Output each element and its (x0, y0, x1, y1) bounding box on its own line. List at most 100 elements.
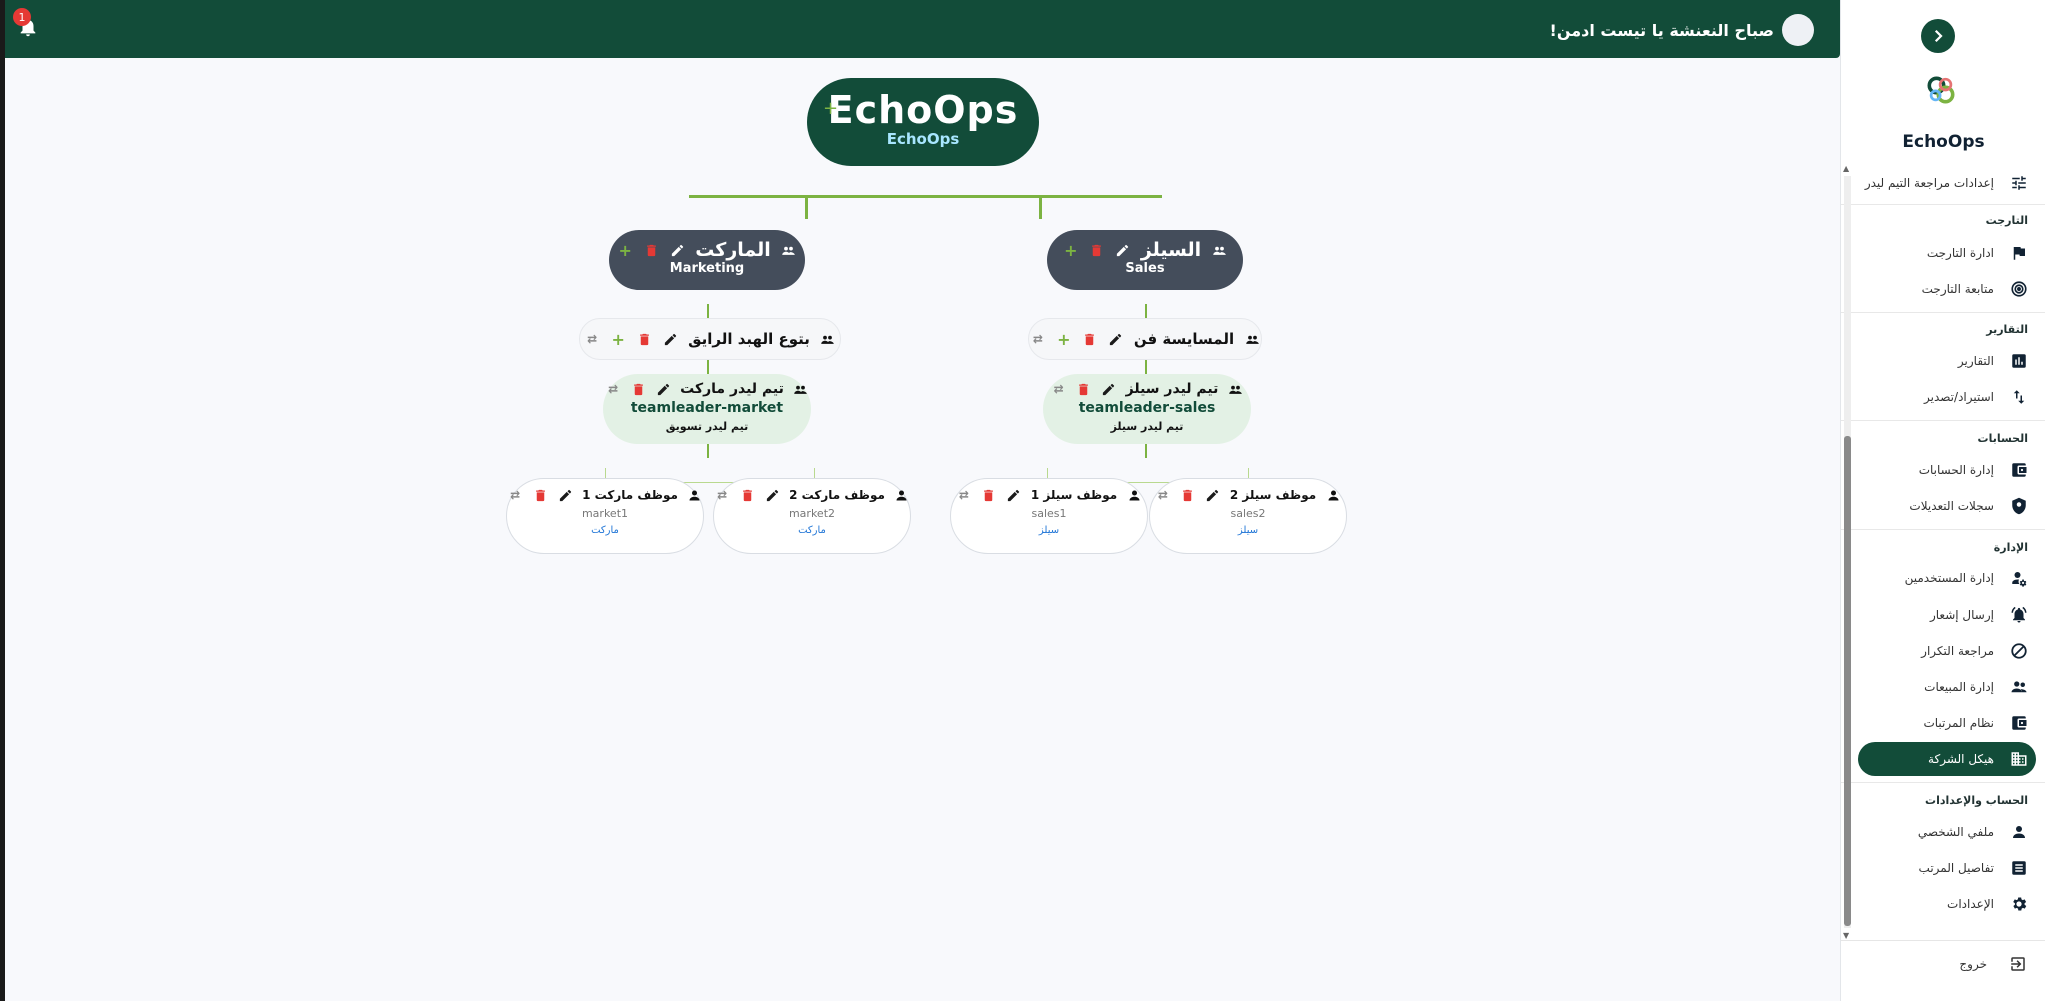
edit-icon[interactable] (1115, 242, 1131, 258)
delete-icon[interactable] (1180, 487, 1196, 503)
edit-icon[interactable] (662, 331, 678, 347)
edit-icon[interactable] (1101, 381, 1117, 397)
sidebar-toggle-button[interactable] (1921, 19, 1955, 53)
logo-icon (1923, 72, 1959, 108)
delete-icon[interactable] (532, 487, 548, 503)
notification-bell-button[interactable]: 1 (13, 8, 43, 42)
edit-icon[interactable] (764, 487, 780, 503)
person-icon (894, 487, 910, 503)
sidebar-item-label: إرسال إشعار (1929, 608, 1994, 622)
delete-icon[interactable] (1089, 242, 1105, 258)
sidebar-item-company-structure[interactable]: هيكل الشركة (1858, 742, 2036, 776)
sidebar-item-label: ادارة التارجت (1926, 246, 1994, 260)
sidebar-scrollbar[interactable]: ▲ ▼ (1842, 164, 1852, 940)
edit-icon[interactable] (655, 381, 671, 397)
sidebar-item-import-export[interactable]: استيراد/تصدير (1858, 380, 2036, 414)
sidebar-item-manage-sales[interactable]: إدارة المبيعات (1858, 670, 2036, 704)
org-root-node[interactable]: + EchoOps EchoOps (807, 78, 1039, 166)
company-structure-chart: + EchoOps EchoOps السيلز + Sales الماركت… (5, 58, 1840, 1001)
delete-icon[interactable] (1076, 381, 1092, 397)
sidebar-item-manage-accounts[interactable]: إدارة الحسابات (1858, 453, 2036, 487)
add-icon[interactable]: + (610, 330, 626, 349)
move-icon[interactable]: ⇄ (584, 331, 600, 347)
connector (707, 444, 709, 458)
sidebar-item-send-notification[interactable]: إرسال إشعار (1858, 598, 2036, 632)
edit-icon[interactable] (1108, 331, 1124, 347)
employee-name: موظف ماركت 2 (789, 488, 885, 502)
edit-icon[interactable] (557, 487, 573, 503)
top-header: 1 صباح النعنشة يا تيست ادمن! (5, 0, 1840, 58)
edit-icon[interactable] (1205, 487, 1221, 503)
connector (1039, 195, 1042, 219)
dept-node-marketing[interactable]: الماركت + Marketing (609, 230, 805, 290)
sidebar-item-profile[interactable]: ملفي الشخصي (1858, 815, 2036, 849)
scrollbar-thumb[interactable] (1844, 436, 1851, 926)
sort-icon (2010, 388, 2028, 406)
sidebar-item-tl-review-settings[interactable]: إعدادات مراجعة التيم ليدر (1858, 166, 2036, 200)
move-icon[interactable]: ⇄ (714, 487, 730, 503)
sidebar-item-track-target[interactable]: متابعة التارجت (1858, 272, 2036, 306)
connector (805, 195, 808, 219)
group-icon (1227, 381, 1243, 397)
sidebar-item-reports[interactable]: التقارير (1858, 344, 2036, 378)
sidebar-item-manage-users[interactable]: إدارة المستخدمين (1858, 561, 2036, 595)
logout-button[interactable]: خروج (1959, 955, 2035, 973)
employee-node[interactable]: موظف ماركت 2 ⇄ market2 ماركت (713, 478, 911, 554)
add-icon[interactable]: + (823, 98, 838, 119)
move-icon[interactable]: ⇄ (1155, 487, 1171, 503)
person-icon (1325, 487, 1341, 503)
team-leader-node[interactable]: تيم ليدر ماركت ⇄ teamleader-market تيم ل… (603, 374, 811, 444)
section-title: التارجت (1985, 214, 2028, 227)
scroll-down-icon[interactable]: ▼ (1843, 931, 1849, 940)
delete-icon[interactable] (739, 487, 755, 503)
dept-node-sales[interactable]: السيلز + Sales (1047, 230, 1243, 290)
add-icon[interactable]: + (1056, 330, 1072, 349)
greeting-text: صباح النعنشة يا تيست ادمن! (1549, 20, 1774, 40)
sidebar-item-label: مراجعة التكرار (1921, 644, 1994, 658)
move-icon[interactable]: ⇄ (507, 487, 523, 503)
divider (1841, 204, 2045, 205)
move-icon[interactable]: ⇄ (605, 381, 621, 397)
sidebar-item-review-duplicates[interactable]: مراجعة التكرار (1858, 634, 2036, 668)
move-icon[interactable]: ⇄ (1030, 331, 1046, 347)
team-node[interactable]: بتوع الهبد الرايق + ⇄ (579, 318, 841, 360)
person-icon (687, 487, 703, 503)
target-icon (2010, 280, 2028, 298)
add-icon[interactable]: + (1063, 241, 1079, 260)
dept-subtitle: Sales (1125, 261, 1165, 276)
employee-node[interactable]: موظف سيلز 1 ⇄ sales1 سيلز (950, 478, 1148, 554)
leader-username: teamleader-market (630, 400, 784, 416)
connector (707, 360, 709, 374)
employee-role: سيلز (1038, 525, 1060, 536)
delete-icon[interactable] (981, 487, 997, 503)
edit-icon[interactable] (669, 242, 685, 258)
sidebar-item-label: سجلات التعديلات (1909, 499, 1994, 513)
team-name: بتوع الهبد الرايق (688, 330, 810, 348)
delete-icon[interactable] (643, 242, 659, 258)
sidebar-item-salary-details[interactable]: تفاصيل المرتب (1858, 851, 2036, 885)
edit-icon[interactable] (1006, 487, 1022, 503)
group-icon (820, 331, 836, 347)
team-node[interactable]: المسايسة فن + ⇄ (1028, 318, 1262, 360)
delete-icon[interactable] (630, 381, 646, 397)
delete-icon[interactable] (1082, 331, 1098, 347)
wallet-icon (2010, 714, 2028, 732)
sidebar-item-manage-target[interactable]: ادارة التارجت (1858, 236, 2036, 270)
avatar[interactable] (1782, 14, 1814, 46)
logout-label: خروج (1959, 957, 1987, 971)
delete-icon[interactable] (636, 331, 652, 347)
scroll-up-icon[interactable]: ▲ (1843, 164, 1849, 173)
employee-node[interactable]: موظف ماركت 1 ⇄ market1 ماركت (506, 478, 704, 554)
sidebar-item-change-logs[interactable]: سجلات التعديلات (1858, 489, 2036, 523)
sidebar-item-settings[interactable]: الإعدادات (1858, 887, 2036, 921)
sidebar-item-label: الإعدادات (1947, 897, 1994, 911)
add-icon[interactable]: + (617, 241, 633, 260)
employee-name: موظف ماركت 1 (582, 488, 678, 502)
team-leader-node[interactable]: تيم ليدر سيلز ⇄ teamleader-sales تيم ليد… (1043, 374, 1251, 444)
sidebar-item-salary-system[interactable]: نظام المرتبات (1858, 706, 2036, 740)
move-icon[interactable]: ⇄ (956, 487, 972, 503)
employee-node[interactable]: موظف سيلز 2 ⇄ sales2 سيلز (1149, 478, 1347, 554)
connector (1145, 444, 1147, 458)
move-icon[interactable]: ⇄ (1051, 381, 1067, 397)
bell-alert-icon (2010, 606, 2028, 624)
